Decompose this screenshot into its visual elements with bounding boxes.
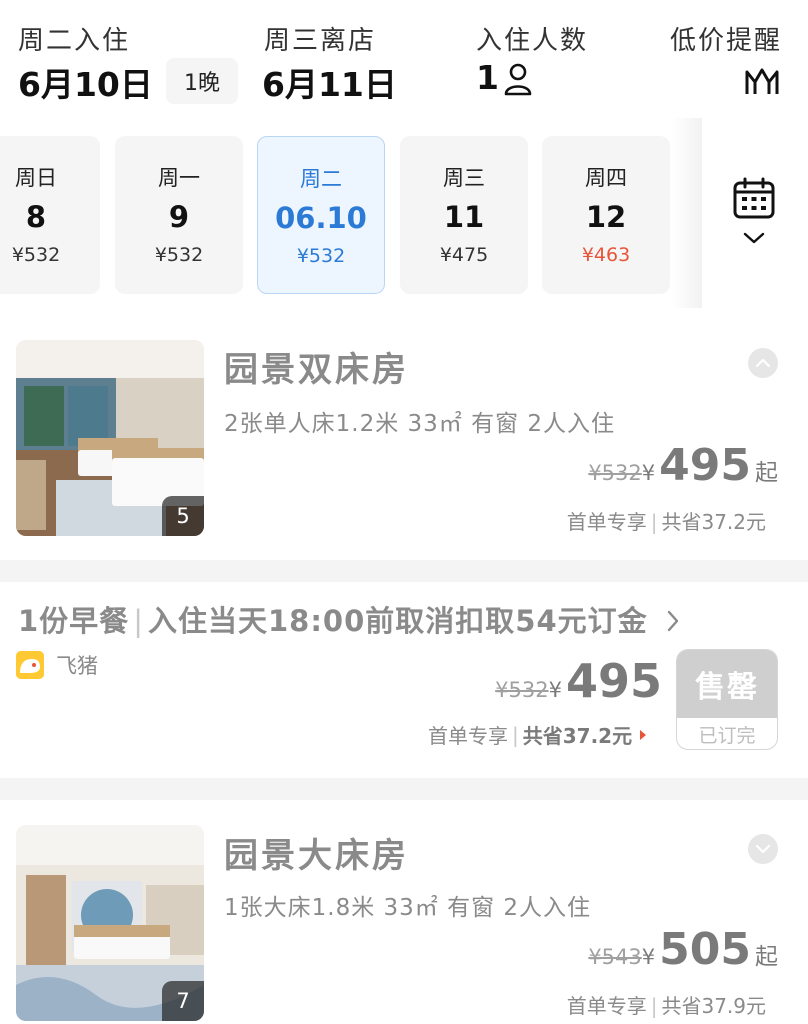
room-specs: 1张大床1.8米 33㎡ 有窗 2人入住 bbox=[224, 895, 592, 921]
savings-text: 共省37.2元 bbox=[661, 510, 766, 534]
date-weekday: 周日 bbox=[15, 166, 57, 190]
price-alert-icon bbox=[745, 68, 779, 94]
price-suffix: 起 bbox=[755, 460, 778, 486]
date-price: ¥475 bbox=[439, 244, 489, 266]
date-day: 8 bbox=[25, 200, 47, 234]
open-calendar-button[interactable] bbox=[724, 176, 784, 260]
chevron-up-icon bbox=[755, 358, 771, 368]
guests-count[interactable]: 1 bbox=[476, 58, 499, 97]
room-price: ¥532 ¥ 495 起 bbox=[588, 440, 778, 491]
soldout-button[interactable]: 售罄 已订完 bbox=[676, 649, 778, 750]
current-price: 495 bbox=[659, 440, 751, 491]
date-weekday: 周四 bbox=[585, 166, 627, 190]
person-icon bbox=[504, 63, 532, 96]
date-weekday: 周一 bbox=[158, 166, 200, 190]
rate-plan-price: ¥532 ¥ 495 bbox=[495, 654, 666, 708]
rate-plan-promo[interactable]: 首单专享 | 共省37.2元 bbox=[428, 720, 647, 749]
room-photo[interactable]: 7 bbox=[16, 825, 204, 1021]
photo-count: 7 bbox=[162, 981, 204, 1021]
calendar-icon bbox=[733, 177, 775, 219]
currency-symbol: ¥ bbox=[641, 945, 656, 969]
section-divider bbox=[0, 560, 808, 582]
collapse-room-button[interactable] bbox=[748, 348, 778, 378]
promo-tag: 首单专享 bbox=[428, 724, 508, 748]
expand-room-button[interactable] bbox=[748, 834, 778, 864]
photo-count: 5 bbox=[162, 496, 204, 536]
promo-info: 首单专享 | 共省37.2元 bbox=[566, 510, 766, 534]
guests-label: 入住人数 bbox=[476, 26, 589, 56]
price-alert-label: 低价提醒 bbox=[670, 26, 783, 56]
date-day: 06.10 bbox=[275, 201, 367, 235]
savings-text: 共省37.2元 bbox=[522, 724, 633, 748]
chevron-down-icon bbox=[743, 232, 765, 244]
original-price: ¥532 bbox=[495, 678, 549, 702]
cancel-policy: 入住当天18:00前取消扣取54元订金 bbox=[147, 604, 648, 638]
checkout-label: 周三离店 bbox=[264, 26, 377, 56]
date-day: 9 bbox=[168, 200, 190, 234]
room-photo[interactable]: 5 bbox=[16, 340, 204, 536]
date-price-lowest: ¥463 bbox=[581, 244, 631, 266]
checkin-date[interactable]: 6月10日 bbox=[18, 58, 153, 106]
checkout-date[interactable]: 6月11日 bbox=[262, 58, 397, 106]
room-price: ¥543 ¥ 505 起 bbox=[588, 924, 778, 975]
currency-symbol: ¥ bbox=[548, 678, 562, 702]
strip-fade-divider bbox=[672, 118, 702, 308]
date-price: ¥532 bbox=[296, 245, 346, 267]
date-selector-strip: 周日 8 ¥532 周一 9 ¥532 周二 06.10 ¥532 周三 11 … bbox=[0, 132, 690, 298]
date-day: 11 bbox=[443, 200, 485, 234]
date-price: ¥532 bbox=[11, 244, 61, 266]
currency-symbol: ¥ bbox=[641, 461, 656, 485]
current-price: 505 bbox=[659, 924, 751, 975]
chevron-right-icon bbox=[667, 610, 678, 632]
soldout-label: 售罄 bbox=[677, 650, 777, 718]
date-weekday: 周二 bbox=[300, 167, 342, 191]
price-suffix: 起 bbox=[755, 944, 778, 970]
checkin-label: 周二入住 bbox=[18, 26, 131, 56]
date-weekday: 周三 bbox=[443, 166, 485, 190]
room-name: 园景双床房 bbox=[224, 350, 409, 390]
date-price: ¥532 bbox=[154, 244, 204, 266]
hotel-room-list-page: 周二入住 6月10日 1晚 周三离店 6月11日 入住人数 1 低价提醒 周日 … bbox=[0, 0, 808, 1024]
vendor-name: 飞猪 bbox=[56, 654, 98, 678]
original-price: ¥543 bbox=[588, 945, 642, 969]
vendor-info: 飞猪 bbox=[16, 650, 98, 680]
room-specs: 2张单人床1.2米 33㎡ 有窗 2人入住 bbox=[224, 411, 616, 437]
current-price: 495 bbox=[565, 654, 662, 708]
rate-plan-title[interactable]: 1份早餐 | 入住当天18:00前取消扣取54元订金 bbox=[18, 598, 681, 640]
date-card[interactable]: 周四 12 ¥463 bbox=[542, 136, 670, 294]
booked-label: 已订完 bbox=[698, 725, 756, 747]
chevron-down-icon bbox=[755, 844, 771, 854]
nights-badge: 1晚 bbox=[166, 58, 238, 104]
room-name: 园景大床房 bbox=[224, 836, 409, 876]
original-price: ¥532 bbox=[588, 461, 642, 485]
date-card[interactable]: 周三 11 ¥475 bbox=[400, 136, 528, 294]
promo-info: 首单专享 | 共省37.9元 bbox=[566, 994, 766, 1018]
date-card-selected[interactable]: 周二 06.10 ¥532 bbox=[257, 136, 385, 294]
breakfast-info: 1份早餐 bbox=[18, 604, 130, 638]
caret-right-icon bbox=[640, 729, 647, 740]
date-card[interactable]: 周日 8 ¥532 bbox=[0, 136, 100, 294]
savings-text: 共省37.9元 bbox=[661, 994, 766, 1018]
promo-tag: 首单专享 bbox=[566, 994, 647, 1018]
promo-tag: 首单专享 bbox=[566, 510, 647, 534]
date-day: 12 bbox=[585, 200, 627, 234]
section-divider bbox=[0, 778, 808, 800]
fliggy-logo-icon bbox=[16, 651, 44, 679]
date-card[interactable]: 周一 9 ¥532 bbox=[115, 136, 243, 294]
